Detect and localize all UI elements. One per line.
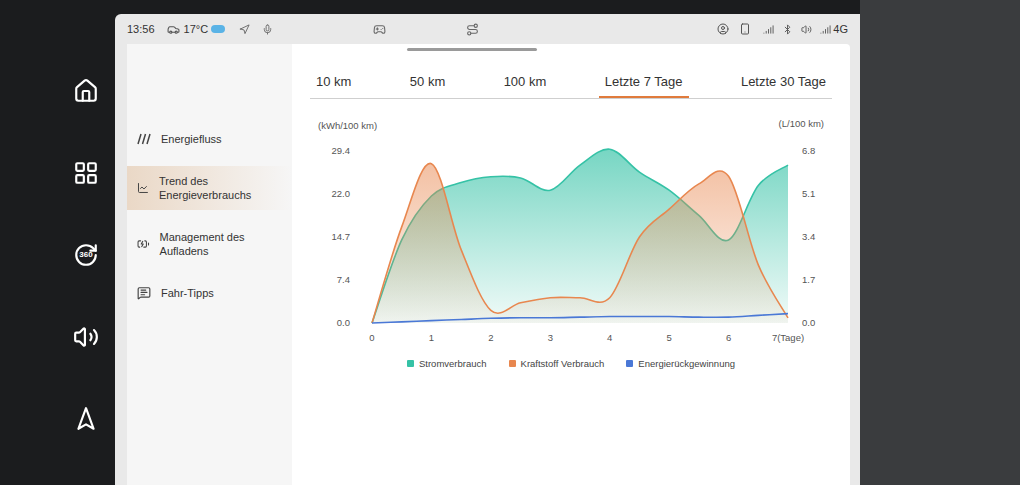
drag-handle[interactable] — [407, 48, 537, 51]
series-area — [372, 149, 788, 323]
series-line — [372, 163, 788, 323]
wireless-icon — [763, 24, 774, 35]
legend-swatch — [407, 360, 414, 367]
right-axis-tick: 6.8 — [802, 145, 815, 156]
legend-label: Kraftstoff Verbrauch — [521, 357, 605, 371]
x-axis-tick: 1 — [429, 332, 434, 343]
screen: 13:56 17°C 4G Energiefluss Trend des Energie… — [115, 14, 860, 485]
mic-icon — [262, 24, 273, 35]
range-tab[interactable]: 10 km — [310, 72, 357, 98]
temperature: 17°C — [184, 21, 209, 38]
legend-swatch — [626, 360, 633, 367]
status-bar: 13:56 17°C 4G — [115, 14, 860, 44]
chart-series — [372, 149, 788, 323]
series-area — [372, 163, 788, 323]
sidebar-item[interactable]: Fahr-Tipps — [127, 278, 292, 308]
range-tab[interactable]: 50 km — [404, 72, 451, 98]
app-panel: Energiefluss Trend des Energieverbrauchs M… — [127, 44, 850, 485]
navigation-icon[interactable] — [73, 406, 99, 432]
x-axis-tick: 2 — [488, 332, 493, 343]
weather-dot — [211, 25, 225, 33]
chart-series — [372, 163, 788, 323]
sidebar-item[interactable]: Management des Aufladens — [127, 222, 292, 266]
network-type: 4G — [833, 21, 848, 38]
car-icon — [167, 23, 180, 36]
sidebar: Energiefluss Trend des Energieverbrauchs M… — [127, 44, 292, 485]
right-axis-tick: 1.7 — [802, 274, 815, 285]
sidebar-item[interactable]: Energiefluss — [127, 124, 292, 154]
range-tab[interactable]: Letzte 30 Tage — [735, 72, 832, 98]
left-axis-tick: 22.0 — [332, 188, 351, 199]
main-content: 10 km 50 km 100 km Letzte 7 Tage Letzte 30 T… — [292, 44, 850, 485]
sidebar-label: Trend des Energieverbrauchs — [159, 174, 282, 202]
right-axis-tick: 5.1 — [802, 188, 815, 199]
trend-chart-icon — [137, 181, 149, 195]
x-axis-tick: 7(Tage) — [772, 332, 804, 343]
sidebar-label: Management des Aufladens — [160, 230, 282, 258]
x-axis-tick: 6 — [726, 332, 731, 343]
legend-label: Energierückgewinnung — [638, 357, 735, 371]
energy-flow-icon — [137, 133, 151, 145]
x-axis-tick: 4 — [607, 332, 612, 343]
legend-item: Kraftstoff Verbrauch — [509, 357, 605, 371]
right-axis-unit: (L/100 km) — [779, 118, 824, 129]
sidebar-item[interactable]: Trend des Energieverbrauchs — [127, 166, 292, 210]
bluetooth-icon — [782, 24, 793, 35]
home-icon[interactable] — [73, 78, 99, 104]
car-display: 36013:5617°C4GEnergieflussTrend des Ener… — [0, 0, 1020, 485]
series-line — [372, 313, 788, 322]
left-axis-tick: 0.0 — [337, 317, 350, 328]
left-axis-unit: (kWh/100 km) — [318, 120, 377, 131]
volume-icon[interactable] — [73, 324, 99, 350]
left-axis-tick: 14.7 — [332, 231, 351, 242]
charging-icon — [137, 237, 150, 251]
sound-icon — [801, 24, 812, 35]
phone-icon — [739, 23, 751, 35]
signal-icon — [820, 24, 831, 35]
location-icon — [239, 24, 250, 35]
range-tab[interactable]: 100 km — [498, 72, 553, 98]
media-icon — [373, 23, 386, 36]
camera-360-button[interactable]: 360 — [73, 242, 99, 268]
left-axis-tick: 29.4 — [332, 145, 351, 156]
tips-icon — [137, 286, 151, 300]
clock: 13:56 — [127, 21, 155, 38]
legend-item: Stromverbrauch — [407, 357, 487, 371]
chart-legend: Stromverbrauch Kraftstoff Verbrauch Energi… — [310, 357, 832, 371]
camera-360-label: 360 — [79, 251, 92, 259]
energy-trend-chart: (kWh/100 km) (L/100 km) 29.4 22.0 14.7 7.4 0.0… — [310, 115, 830, 347]
x-axis-tick: 3 — [548, 332, 553, 343]
legend-item: Energierückgewinnung — [626, 357, 735, 371]
left-axis-tick: 7.4 — [337, 274, 350, 285]
range-tabs: 10 km 50 km 100 km Letzte 7 Tage Letzte 30 T… — [310, 72, 832, 99]
x-axis-tick: 5 — [666, 332, 671, 343]
x-axis-tick: 0 — [369, 332, 374, 343]
sidebar-label: Energiefluss — [161, 132, 222, 146]
chart-series — [372, 313, 788, 322]
route-icon — [466, 23, 479, 36]
legend-swatch — [509, 360, 516, 367]
sidebar-label: Fahr-Tipps — [161, 286, 214, 300]
apps-grid-icon[interactable] — [73, 160, 99, 186]
dock: 360 — [0, 0, 115, 485]
legend-label: Stromverbrauch — [419, 357, 487, 371]
right-axis-tick: 0.0 — [802, 317, 815, 328]
car-interior — [860, 0, 1020, 485]
right-axis-tick: 3.4 — [802, 231, 815, 242]
range-tab[interactable]: Letzte 7 Tage — [599, 72, 689, 98]
user-icon — [717, 23, 729, 35]
series-line — [372, 149, 788, 323]
